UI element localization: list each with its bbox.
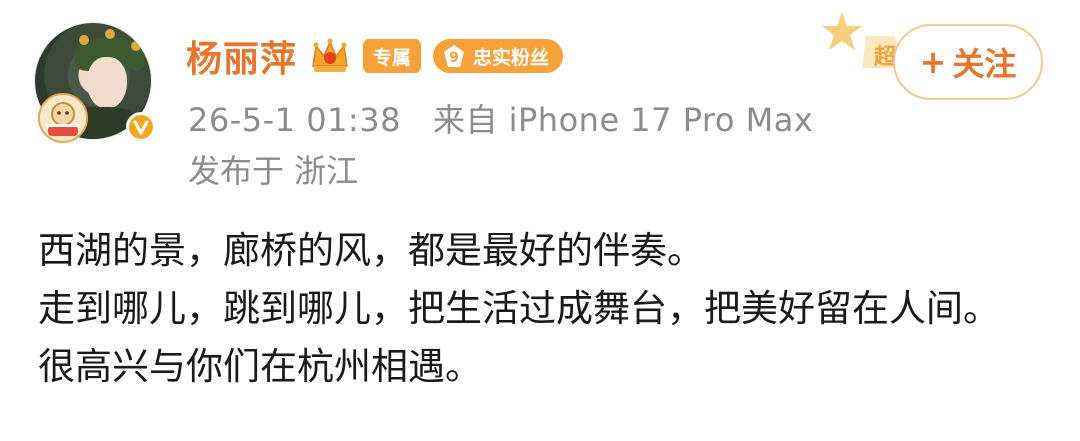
post-content: 西湖的景，廊桥的风，都是最好的伴奏。 走到哪儿，跳到哪儿，把生活过成舞台，把美好…: [38, 222, 1048, 396]
post-line: 西湖的景，廊桥的风，都是最好的伴奏。: [38, 229, 704, 272]
follow-button-label: 关注: [952, 45, 1017, 83]
avatar-ornament: [105, 29, 115, 39]
exclusive-badge[interactable]: 专属: [363, 39, 422, 73]
avatar-pendant-icon: [38, 93, 88, 143]
plus-icon: +: [919, 43, 947, 81]
verified-badge-icon: [126, 112, 156, 142]
fan-badge[interactable]: 9 忠实粉丝: [433, 39, 564, 73]
post-line: 走到哪儿，跳到哪儿，把生活过成舞台，把美好留在人间。: [38, 287, 1000, 330]
post-line: 很高兴与你们在杭州相遇。: [38, 345, 482, 388]
avatar-ornament: [79, 35, 89, 45]
post-location: 发布于 浙江: [188, 152, 359, 190]
username[interactable]: 杨丽萍: [186, 30, 297, 82]
svg-text:9: 9: [449, 50, 459, 66]
post-source: 来自 iPhone 17 Pro Max: [432, 101, 814, 139]
fan-badge-label: 忠实粉丝: [473, 46, 550, 69]
follow-button[interactable]: + 关注: [893, 24, 1043, 100]
avatar-ornament: [131, 41, 141, 51]
post-meta: 26-5-1 01:38 来自 iPhone 17 Pro Max: [188, 95, 813, 141]
avatar-face: [87, 57, 127, 109]
avatar[interactable]: [34, 22, 158, 146]
user-header: 杨丽萍 专属 9 忠实粉丝: [186, 28, 564, 84]
post-timestamp: 26-5-1 01:38: [188, 101, 401, 139]
crown-icon[interactable]: [309, 36, 351, 76]
fan-level-icon: 9: [444, 45, 465, 67]
